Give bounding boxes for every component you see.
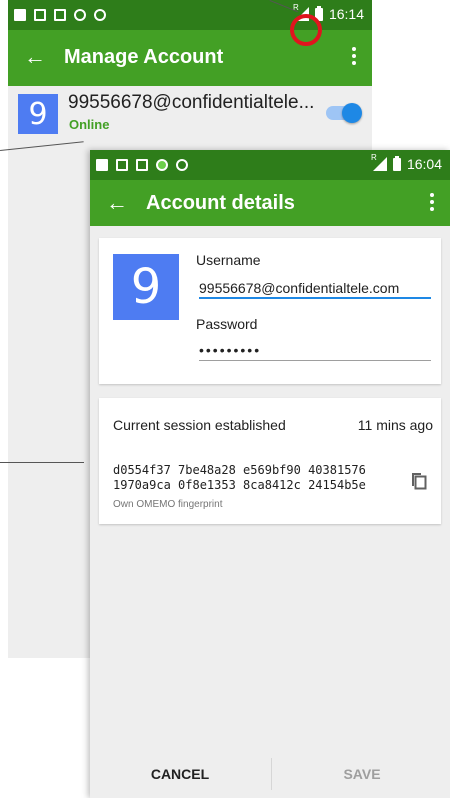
signal-icon: R bbox=[371, 153, 387, 171]
account-details-screen: R 16:04 ← Account details 9 Username 995… bbox=[90, 150, 450, 798]
login-card: 9 Username 99556678@confidentialtele.com… bbox=[99, 238, 441, 384]
action-bar: CANCEL SAVE bbox=[90, 750, 450, 798]
highlight-circle bbox=[290, 14, 322, 46]
username-underline bbox=[199, 297, 431, 299]
arrow-left-icon[interactable]: ← bbox=[24, 46, 46, 68]
shield-icon bbox=[74, 9, 86, 21]
clock: 16:04 bbox=[406, 156, 442, 172]
more-vert-icon[interactable] bbox=[352, 47, 358, 65]
image-icon bbox=[34, 9, 46, 21]
notification-icons bbox=[14, 9, 106, 22]
fingerprint-line: 1970a9ca 0f8e1353 8ca8412c 24154b5e bbox=[113, 478, 366, 492]
account-jid: 99556678@confidentialtele... bbox=[68, 92, 315, 113]
session-card: Current session established 11 mins ago … bbox=[99, 398, 441, 524]
notification-icons bbox=[96, 159, 188, 172]
battery-icon bbox=[392, 155, 401, 171]
password-label: Password bbox=[196, 316, 258, 332]
avatar: 9 bbox=[18, 94, 58, 134]
clock: 16:14 bbox=[328, 6, 364, 22]
account-list-item[interactable]: 9 99556678@confidentialtele... Online bbox=[8, 86, 372, 144]
page-title: Account details bbox=[146, 192, 295, 214]
message-icon bbox=[14, 9, 26, 21]
android-icon bbox=[94, 9, 106, 21]
omemo-fingerprint: d0554f37 7be48a28 e569bf90 40381576 1970… bbox=[113, 463, 366, 493]
arrow-left-icon[interactable]: ← bbox=[106, 192, 128, 214]
save-button[interactable]: SAVE bbox=[272, 750, 450, 798]
avatar[interactable]: 9 bbox=[113, 254, 179, 320]
session-time: 11 mins ago bbox=[357, 417, 433, 433]
password-field[interactable]: ••••••••• bbox=[199, 342, 261, 358]
sync-icon bbox=[156, 159, 168, 171]
missed-call-icon bbox=[136, 159, 148, 171]
shield-icon bbox=[176, 159, 188, 171]
fingerprint-caption: Own OMEMO fingerprint bbox=[113, 499, 223, 510]
page-title: Manage Account bbox=[64, 46, 224, 68]
toggle-knob bbox=[342, 103, 362, 123]
message-icon bbox=[96, 159, 108, 171]
status-badge: Online bbox=[69, 117, 110, 132]
password-underline bbox=[199, 360, 431, 361]
missed-call-icon bbox=[54, 9, 66, 21]
cancel-button[interactable]: CANCEL bbox=[90, 750, 270, 798]
annotation-line-session bbox=[0, 462, 84, 463]
username-field[interactable]: 99556678@confidentialtele.com bbox=[199, 280, 399, 296]
app-toolbar: ← Account details bbox=[90, 180, 450, 226]
status-bar: R 16:04 bbox=[90, 150, 450, 180]
image-icon bbox=[116, 159, 128, 171]
account-enabled-toggle[interactable] bbox=[326, 103, 362, 123]
username-label: Username bbox=[196, 252, 261, 268]
more-vert-icon[interactable] bbox=[430, 193, 436, 211]
copy-icon[interactable] bbox=[409, 470, 427, 490]
session-label: Current session established bbox=[113, 417, 286, 433]
fingerprint-line: d0554f37 7be48a28 e569bf90 40381576 bbox=[113, 463, 366, 477]
roaming-indicator: R bbox=[370, 153, 377, 162]
system-status: R 16:04 bbox=[371, 153, 442, 172]
